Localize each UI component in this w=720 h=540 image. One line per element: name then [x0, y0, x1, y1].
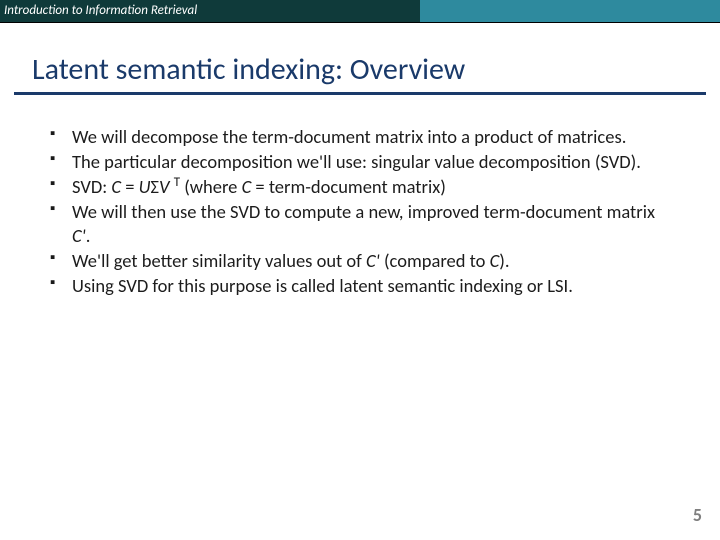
bullet-item: SVD: C = UΣV T (where C = term-document …: [72, 175, 672, 198]
bullet-item: The particular decomposition we'll use: …: [72, 150, 672, 173]
bullet-item: We will decompose the term-document matr…: [72, 125, 672, 148]
header-accent: [420, 0, 720, 22]
header-bar: Introduction to Information Retrieval: [0, 0, 720, 23]
bullet-item: We will then use the SVD to compute a ne…: [72, 200, 672, 246]
body-area: We will decompose the term-document matr…: [0, 95, 720, 297]
slide: Introduction to Information Retrieval La…: [0, 0, 720, 540]
slide-title: Latent semantic indexing: Overview: [14, 23, 706, 95]
bullet-item: We'll get better similarity values out o…: [72, 249, 672, 272]
bullet-item: Using SVD for this purpose is called lat…: [72, 274, 672, 297]
page-number: 5: [693, 504, 702, 526]
header-course-title: Introduction to Information Retrieval: [0, 0, 420, 22]
bullet-list: We will decompose the term-document matr…: [72, 125, 672, 297]
